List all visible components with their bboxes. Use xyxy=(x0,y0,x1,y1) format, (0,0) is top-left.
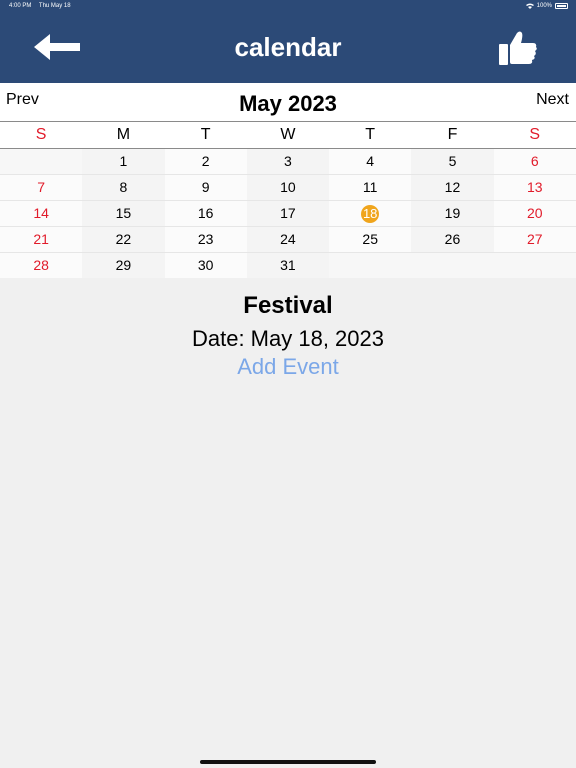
calendar-day-16[interactable]: 16 xyxy=(164,201,247,226)
status-time: 4:00 PM xyxy=(9,3,32,9)
calendar-day-1[interactable]: 1 xyxy=(82,149,165,174)
calendar-day-20[interactable]: 20 xyxy=(493,201,576,226)
nav-bar: calendar xyxy=(0,14,576,83)
weekday-thu: T xyxy=(365,126,376,143)
weekday-wed: W xyxy=(280,126,296,143)
calendar-day-2[interactable]: 2 xyxy=(164,149,247,174)
calendar-day-27[interactable]: 27 xyxy=(493,227,576,252)
selected-day-marker: 18 xyxy=(361,205,380,223)
weekday-header: S M T W T F S xyxy=(0,121,576,149)
month-header: Prev May 2023 Next xyxy=(0,83,576,121)
weekday-sun: S xyxy=(35,126,47,143)
calendar-day-22[interactable]: 22 xyxy=(82,227,165,252)
weekday-tue: T xyxy=(200,126,211,143)
calendar-day-19[interactable]: 19 xyxy=(411,201,494,226)
calendar-day-12[interactable]: 12 xyxy=(411,175,494,200)
status-bar: 4:00 PM Thu May 18 100% xyxy=(0,0,576,14)
calendar-day-25[interactable]: 25 xyxy=(329,227,412,252)
calendar-day-10[interactable]: 10 xyxy=(246,175,330,200)
calendar-day-18[interactable]: 18 xyxy=(329,201,412,226)
calendar-empty-cell xyxy=(493,253,576,278)
calendar-week-row: 21 22 23 24 25 26 27 xyxy=(0,227,576,253)
add-event-button[interactable]: Add Event xyxy=(0,354,576,380)
calendar-day-15[interactable]: 15 xyxy=(82,201,165,226)
calendar-grid: 1 2 3 4 5 6 7 8 9 10 11 12 13 14 15 16 17 18 19 20 21 22 23 24 2… xyxy=(0,149,576,279)
calendar-day-8[interactable]: 8 xyxy=(82,175,165,200)
event-details: Festival Date: May 18, 2023 Add Event xyxy=(0,278,576,768)
calendar-day-4[interactable]: 4 xyxy=(329,149,412,174)
event-date: Date: May 18, 2023 xyxy=(191,326,384,351)
calendar-day-11[interactable]: 11 xyxy=(329,175,412,200)
weekday-sat: S xyxy=(529,126,541,143)
calendar-day-13[interactable]: 13 xyxy=(493,175,576,200)
thumbs-up-icon[interactable] xyxy=(498,30,538,66)
weekday-mon: M xyxy=(116,126,131,143)
battery-icon xyxy=(555,3,568,9)
calendar-day-3[interactable]: 3 xyxy=(246,149,330,174)
calendar-day-31[interactable]: 31 xyxy=(246,253,330,278)
calendar-day-9[interactable]: 9 xyxy=(164,175,247,200)
calendar-day-24[interactable]: 24 xyxy=(246,227,330,252)
calendar-empty-cell xyxy=(411,253,494,278)
battery-percent: 100% xyxy=(536,3,552,9)
calendar-day-23[interactable]: 23 xyxy=(164,227,247,252)
calendar-day-29[interactable]: 29 xyxy=(82,253,165,278)
calendar-day-14[interactable]: 14 xyxy=(0,201,83,226)
calendar-week-row: 14 15 16 17 18 19 20 xyxy=(0,201,576,227)
calendar-day-21[interactable]: 21 xyxy=(0,227,83,252)
month-title: May 2023 xyxy=(239,91,337,116)
calendar-week-row: 7 8 9 10 11 12 13 xyxy=(0,175,576,201)
next-month-button[interactable]: Next xyxy=(536,91,569,109)
calendar-empty-cell xyxy=(329,253,412,278)
status-indicators: 100% xyxy=(525,3,568,9)
calendar-day-28[interactable]: 28 xyxy=(0,253,83,278)
weekday-fri: F xyxy=(447,126,458,143)
calendar-day-7[interactable]: 7 xyxy=(0,175,83,200)
event-title: Festival xyxy=(243,292,333,319)
calendar-day-6[interactable]: 6 xyxy=(493,149,576,174)
calendar-week-row: 123456 xyxy=(0,149,576,175)
calendar-day-5[interactable]: 5 xyxy=(411,149,494,174)
wifi-icon xyxy=(525,3,534,9)
home-indicator[interactable] xyxy=(200,760,376,764)
status-date: Thu May 18 xyxy=(38,3,71,9)
calendar-week-row: 28 29 30 31 xyxy=(0,253,576,279)
calendar-day-17[interactable]: 17 xyxy=(246,201,330,226)
status-time-date: 4:00 PM Thu May 18 xyxy=(9,3,77,9)
calendar-day-26[interactable]: 26 xyxy=(411,227,494,252)
calendar-day-30[interactable]: 30 xyxy=(164,253,247,278)
page-title: calendar xyxy=(234,32,342,62)
calendar-empty-cell xyxy=(0,149,83,174)
